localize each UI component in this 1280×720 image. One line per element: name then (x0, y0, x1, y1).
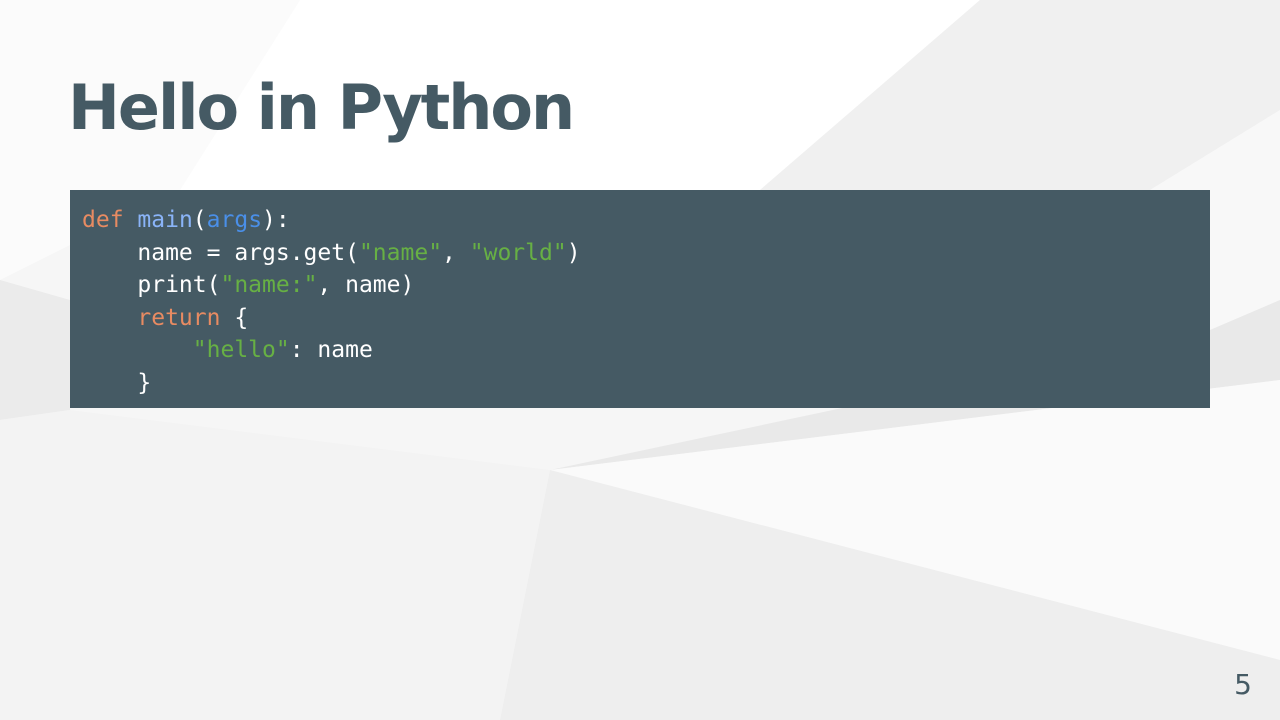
code-token: , (442, 239, 470, 266)
code-line: def main(args): (82, 207, 290, 233)
code-token: : name (289, 337, 373, 363)
code-token: "name" (358, 239, 443, 266)
code-line: } (82, 370, 151, 396)
code-token: } (82, 369, 152, 396)
code-token: main (137, 207, 193, 233)
code-token: { (220, 304, 249, 331)
code-line: "hello": name (82, 337, 373, 363)
code-token: args (206, 207, 263, 233)
code-block: def main(args): name = args.get("name", … (70, 190, 1210, 408)
code-line: print("name:", name) (82, 272, 414, 298)
code-token: "hello" (192, 337, 290, 363)
code-token: , name) (317, 272, 415, 298)
code-token: ): (262, 207, 290, 233)
code-line: name = args.get("name", "world") (82, 239, 581, 266)
code-token: ) (566, 239, 581, 266)
code-content: def main(args): name = args.get("name", … (82, 204, 1210, 399)
code-token: ( (192, 207, 207, 233)
code-token: def (82, 207, 124, 233)
code-token: "world" (469, 239, 567, 266)
code-token: "name:" (220, 272, 318, 298)
code-token: print( (82, 272, 221, 298)
code-token: name = args.get( (82, 239, 359, 266)
page-number: 5 (1234, 668, 1252, 701)
slide-title: Hello in Python (68, 71, 575, 144)
code-line: return { (82, 305, 248, 331)
code-token: return (137, 304, 221, 331)
